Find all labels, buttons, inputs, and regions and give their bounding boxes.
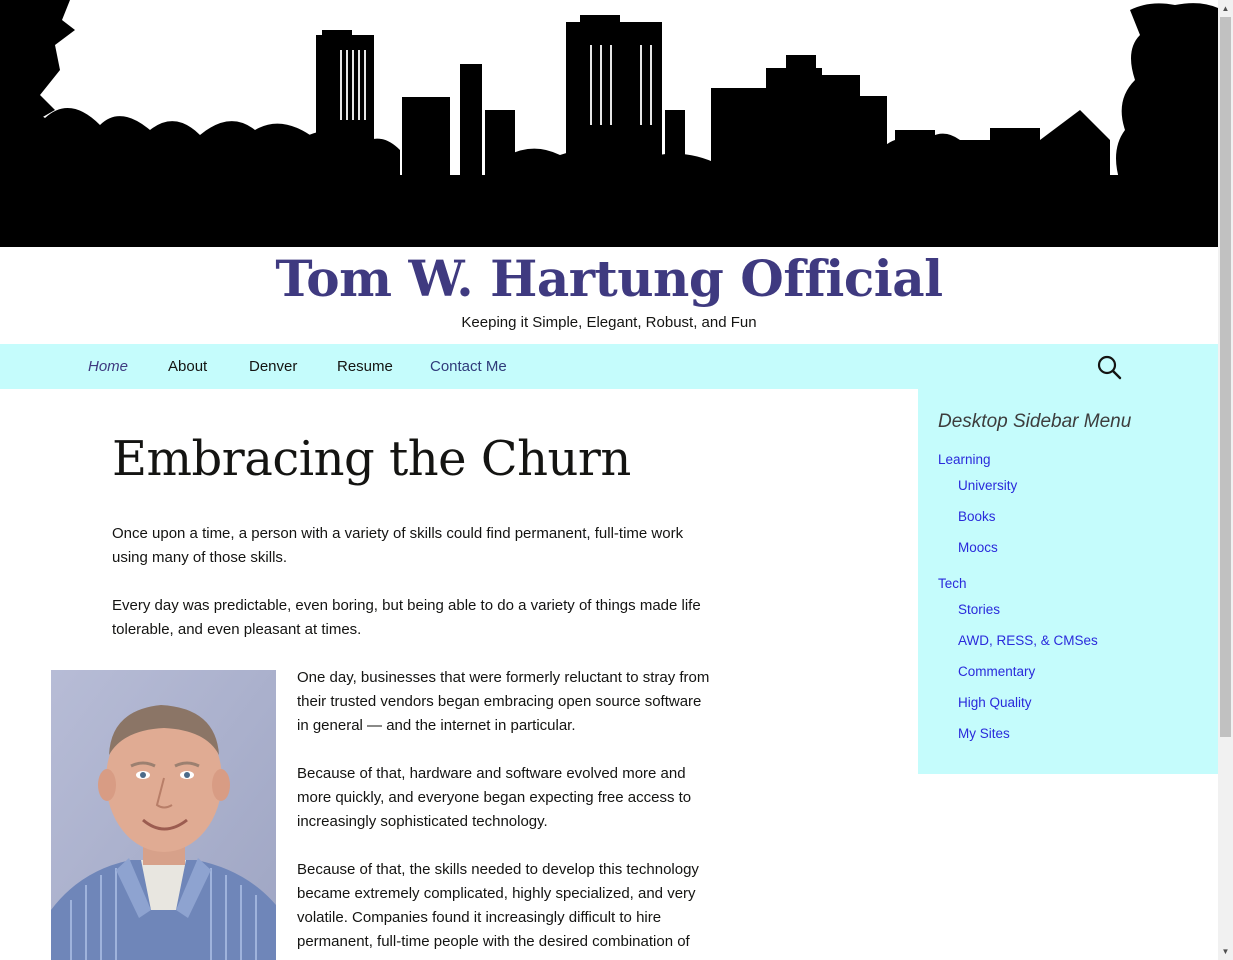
- post-title: Embracing the Churn: [112, 431, 631, 487]
- post-paragraph: Because of that, the skills needed to de…: [297, 861, 699, 950]
- site-title[interactable]: Tom W. Hartung Official: [0, 248, 1218, 310]
- sidebar-title: Desktop Sidebar Menu: [938, 411, 1132, 432]
- search-icon[interactable]: [1096, 354, 1122, 380]
- page: Tom W. Hartung Official Keeping it Simpl…: [0, 0, 1218, 960]
- author-photo: [51, 670, 276, 960]
- scroll-up-arrow-icon[interactable]: ▲: [1218, 0, 1233, 17]
- sidebar-item-my-sites[interactable]: My Sites: [958, 726, 1010, 741]
- skyline-silhouette: [0, 0, 1218, 247]
- nav-item-denver[interactable]: Denver: [249, 358, 297, 375]
- post-paragraph: One day, businesses that were formerly r…: [297, 669, 710, 734]
- post-paragraph: Once upon a time, a person with a variet…: [112, 525, 684, 566]
- main-navigation: Home About Denver Resume Contact Me: [0, 344, 1218, 389]
- sidebar-item-books[interactable]: Books: [958, 509, 996, 524]
- vertical-scrollbar[interactable]: ▲ ▼: [1218, 0, 1233, 960]
- sidebar-item-high-quality[interactable]: High Quality: [958, 695, 1032, 710]
- sidebar-item-tech[interactable]: Tech: [938, 576, 967, 591]
- site-tagline: Keeping it Simple, Elegant, Robust, and …: [461, 314, 757, 331]
- sidebar-item-university[interactable]: University: [958, 478, 1017, 493]
- sidebar-item-stories[interactable]: Stories: [958, 602, 1000, 617]
- sidebar-item-learning[interactable]: Learning: [938, 452, 991, 467]
- sidebar-item-moocs[interactable]: Moocs: [958, 540, 998, 555]
- header-banner-image[interactable]: [0, 0, 1218, 247]
- nav-item-about[interactable]: About: [168, 358, 207, 375]
- post-paragraph: Because of that, hardware and software e…: [297, 765, 692, 830]
- sidebar-menu: Desktop Sidebar Menu Learning University…: [918, 389, 1218, 774]
- post-paragraph: Every day was predictable, even boring, …: [112, 597, 701, 638]
- nav-item-resume[interactable]: Resume: [337, 358, 393, 375]
- sidebar-item-commentary[interactable]: Commentary: [958, 664, 1035, 679]
- nav-item-contact-me[interactable]: Contact Me: [430, 358, 507, 375]
- sidebar-item-awd-ress-cmses[interactable]: AWD, RESS, & CMSes: [958, 633, 1098, 648]
- scrollbar-thumb[interactable]: [1220, 17, 1231, 737]
- scroll-down-arrow-icon[interactable]: ▼: [1218, 943, 1233, 960]
- nav-item-home[interactable]: Home: [88, 358, 128, 375]
